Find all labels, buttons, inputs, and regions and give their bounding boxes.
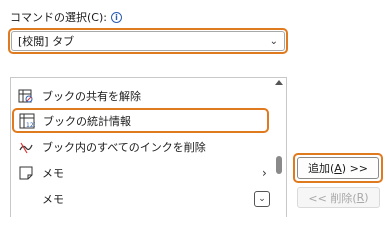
list-item-label: メモ	[42, 193, 64, 206]
add-button-highlight: 追加(A) >>	[293, 153, 383, 183]
note-icon	[18, 165, 34, 181]
scrollbar-thumb[interactable]	[276, 156, 282, 174]
add-button[interactable]: 追加(A) >>	[297, 157, 379, 179]
list-item-workbook-statistics[interactable]: 123 ブックの統計情報	[12, 108, 269, 133]
command-select-value: [校閲] タブ	[18, 35, 75, 48]
chevron-right-icon: ›	[262, 166, 267, 180]
svg-text:123: 123	[26, 122, 35, 129]
list-scrollbar[interactable]	[273, 78, 286, 217]
add-button-accesskey: A	[334, 161, 342, 175]
remove-button[interactable]: << 削除(R)	[297, 187, 380, 208]
scroll-up-icon[interactable]	[275, 80, 283, 85]
command-select-dropdown[interactable]: [校閲] タブ ⌄	[11, 31, 285, 51]
command-select-label-row: コマンドの選択(C): i	[10, 9, 122, 25]
list-item-note-dropdown[interactable]: メモ ⌄	[15, 188, 270, 210]
list-item-delete-all-ink[interactable]: ブック内のすべてのインクを削除	[15, 136, 269, 158]
note-dropdown-icon	[18, 191, 34, 207]
add-button-prefix: 追加(	[307, 162, 335, 175]
command-list[interactable]: ブックの共有を解除 123 ブックの統計情報 ブック内のすべてのインクを削除 メ…	[10, 77, 287, 217]
list-item-label: メモ	[42, 167, 64, 180]
list-item-note-submenu[interactable]: メモ ›	[15, 162, 269, 184]
remove-button-accesskey: R	[356, 191, 365, 204]
list-item-label: ブックの統計情報	[43, 114, 131, 128]
list-item-label: ブック内のすべてのインクを削除	[42, 141, 206, 154]
list-item-unshare-workbook[interactable]: ブックの共有を解除	[15, 85, 269, 107]
dropdown-box-icon: ⌄	[254, 191, 270, 207]
info-icon[interactable]: i	[110, 11, 122, 23]
remove-button-suffix: )	[364, 191, 369, 204]
remove-button-prefix: << 削除(	[308, 191, 357, 205]
workbook-statistics-icon: 123	[19, 113, 38, 129]
add-button-suffix: ) >>	[341, 161, 369, 175]
chevron-down-icon: ⌄	[269, 35, 278, 47]
delete-all-ink-icon	[18, 139, 34, 155]
unshare-workbook-icon	[18, 88, 34, 104]
list-item-label: ブックの共有を解除	[42, 90, 141, 103]
command-select-label: コマンドの選択(C):	[10, 11, 107, 24]
command-select-highlight: [校閲] タブ ⌄	[8, 28, 288, 54]
